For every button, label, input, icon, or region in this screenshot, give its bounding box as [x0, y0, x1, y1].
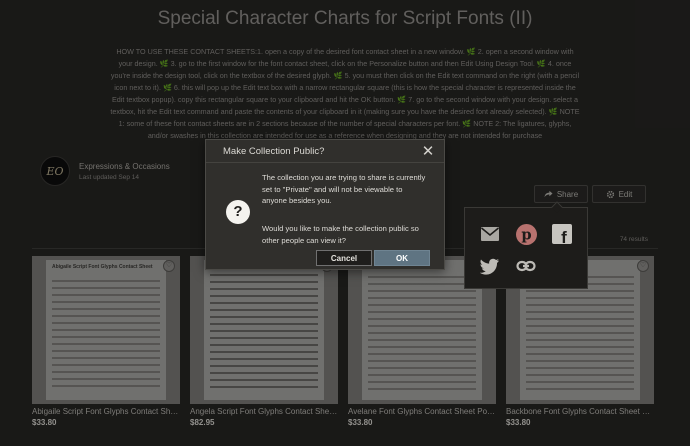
copy-link-button[interactable]: [515, 255, 537, 277]
svg-text:f: f: [561, 228, 567, 244]
close-icon[interactable]: ✕: [420, 144, 436, 159]
facebook-share-button[interactable]: f: [551, 223, 573, 245]
dialog-title: Make Collection Public?: [223, 145, 325, 157]
ok-button[interactable]: OK: [374, 250, 430, 266]
twitter-share-button[interactable]: [479, 255, 501, 277]
make-public-dialog: Make Collection Public? ✕ ? The collecti…: [205, 139, 445, 270]
svg-text:p: p: [521, 226, 531, 243]
share-menu: p f: [464, 201, 588, 289]
facebook-icon: f: [552, 224, 572, 244]
link-icon: [516, 260, 536, 272]
dialog-message: The collection you are trying to share i…: [262, 173, 426, 205]
question-icon: ?: [226, 200, 250, 224]
email-share-button[interactable]: [479, 223, 501, 245]
pinterest-icon: p: [515, 223, 537, 245]
dialog-question: Would you like to make the collection pu…: [262, 224, 419, 245]
cancel-button[interactable]: Cancel: [316, 250, 372, 266]
pinterest-share-button[interactable]: p: [515, 223, 537, 245]
twitter-bird-icon: [480, 258, 499, 275]
envelope-icon: [480, 227, 500, 241]
dialog-header: Make Collection Public? ✕: [206, 140, 444, 163]
